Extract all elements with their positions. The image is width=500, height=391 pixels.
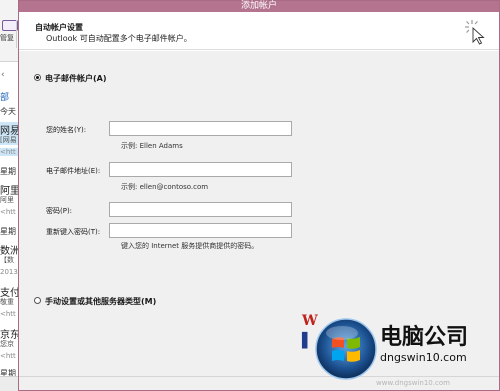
header-title: 自动帐户设置 <box>35 23 83 32</box>
dialog-title: 添加帐户 <box>19 1 499 12</box>
site-watermark: W ▌ 电脑公司 dngswin10.com www.dngswin10.com <box>300 305 500 391</box>
password-confirm-input[interactable] <box>109 223 292 238</box>
name-hint: 示例: Ellen Adams <box>121 142 183 150</box>
email-account-label[interactable]: 电子邮件帐户(A) <box>45 73 107 84</box>
password-label: 密码(P): <box>46 207 73 215</box>
password-confirm-label: 重新键入密码(T): <box>46 228 101 236</box>
watermark-url: dngswin10.com <box>380 351 467 364</box>
name-input[interactable] <box>109 121 292 136</box>
email-hint: 示例: ellen@contoso.com <box>121 183 209 191</box>
auto-setup-cursor-icon <box>465 20 485 45</box>
dialog-header: 自动帐户设置 Outlook 可自动配置多个电子邮件帐户。 <box>19 12 499 50</box>
email-account-radio[interactable] <box>34 74 41 81</box>
email-input[interactable] <box>109 162 292 177</box>
watermark-brand: 电脑公司 <box>380 325 469 350</box>
windows-logo-icon <box>315 318 377 380</box>
password-input[interactable] <box>109 202 292 217</box>
email-label: 电子邮件地址(E): <box>46 167 101 175</box>
password-hint: 键入您的 Internet 服务提供商提供的密码。 <box>121 242 259 250</box>
watermark-url-faint: www.dngswin10.com <box>376 379 450 387</box>
ribbon-label: 管复 <box>0 34 14 42</box>
ribbon-separator <box>16 20 17 48</box>
manual-setup-radio[interactable] <box>34 297 41 304</box>
header-subtitle: Outlook 可自动配置多个电子邮件帐户。 <box>46 34 192 43</box>
manual-setup-label[interactable]: 手动设置或其他服务器类型(M) <box>45 296 156 307</box>
name-label: 您的姓名(Y): <box>46 126 87 134</box>
chevron-left-icon: ‹ <box>1 70 5 80</box>
watermark-blue-glyph: ▌ <box>302 333 313 349</box>
